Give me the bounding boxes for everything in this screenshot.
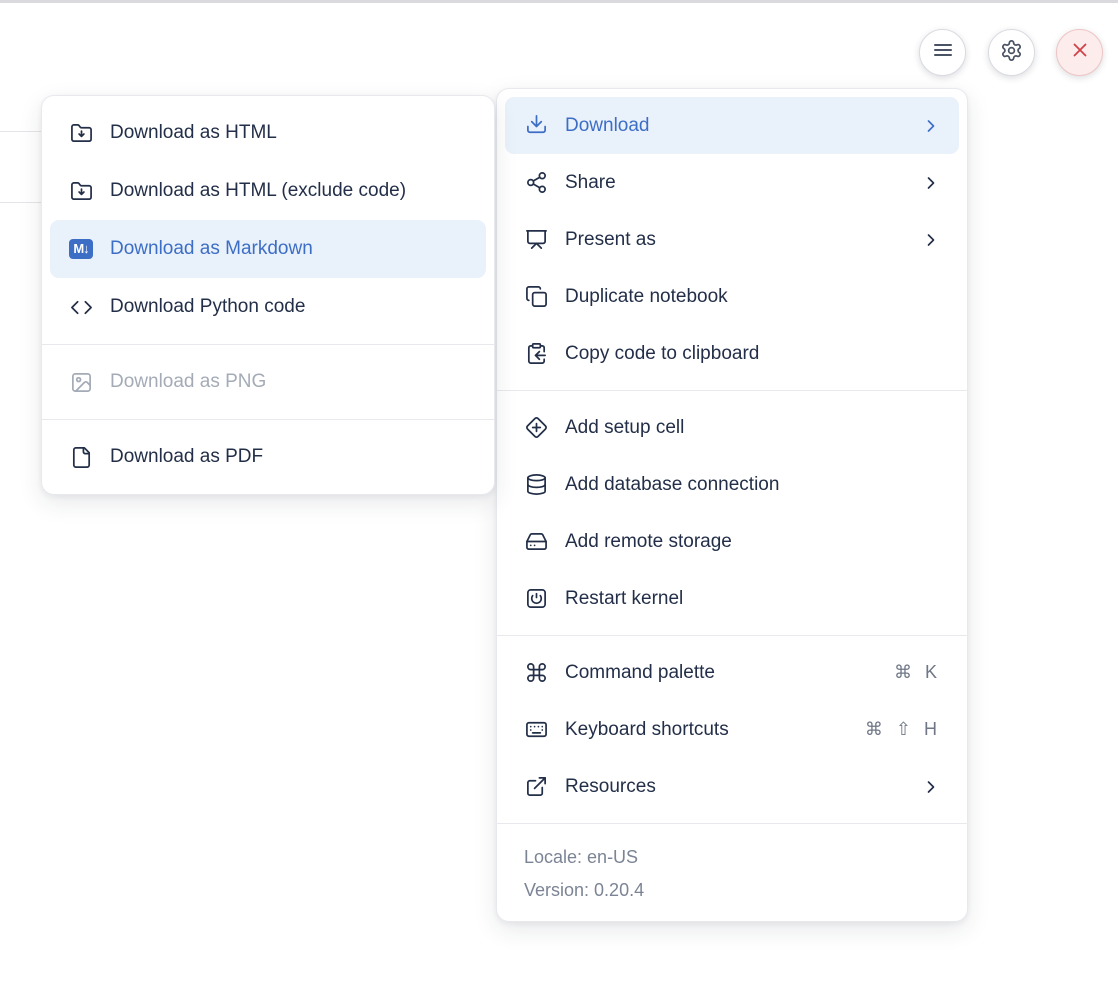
command-icon xyxy=(524,661,548,685)
shortcut-hint: ⌘ ⇧ H xyxy=(865,719,941,740)
menu-item-resources[interactable]: Resources xyxy=(505,758,959,815)
menu-item-add-remote-storage[interactable]: Add remote storage xyxy=(505,513,959,570)
menu-item-label: Share xyxy=(565,172,904,194)
menu-item-label: Download as HTML xyxy=(110,122,468,144)
diamond-plus-icon xyxy=(524,416,548,440)
menu-item-label: Add setup cell xyxy=(565,417,941,439)
menu-item-command-palette[interactable]: Command palette ⌘ K xyxy=(505,644,959,701)
background-rule xyxy=(0,131,41,132)
database-icon xyxy=(524,473,548,497)
settings-button[interactable] xyxy=(988,29,1035,76)
menu-item-download-as-png: Download as PNG xyxy=(50,353,486,411)
menu-item-download-as-html-exclude-code[interactable]: Download as HTML (exclude code) xyxy=(50,162,486,220)
share-icon xyxy=(524,171,548,195)
menu-item-download-as-markdown[interactable]: M↓ Download as Markdown xyxy=(50,220,486,278)
keyboard-icon xyxy=(524,718,548,742)
copy-icon xyxy=(524,285,548,309)
download-submenu: Download as HTML Download as HTML (exclu… xyxy=(41,95,495,495)
menu-item-label: Download as HTML (exclude code) xyxy=(110,180,468,202)
close-icon xyxy=(1069,39,1091,66)
chevron-right-icon xyxy=(921,116,941,136)
menu-item-label: Duplicate notebook xyxy=(565,286,941,308)
menu-separator xyxy=(497,823,967,824)
menu-item-keyboard-shortcuts[interactable]: Keyboard shortcuts ⌘ ⇧ H xyxy=(505,701,959,758)
menu-item-label: Copy code to clipboard xyxy=(565,343,941,365)
menu-item-label: Keyboard shortcuts xyxy=(565,719,848,741)
menu-separator xyxy=(497,635,967,636)
menu-footer: Locale: en-US Version: 0.20.4 xyxy=(505,832,959,913)
menu-item-label: Add remote storage xyxy=(565,531,941,553)
background-rule xyxy=(0,202,41,203)
menu-item-present-as[interactable]: Present as xyxy=(505,211,959,268)
shortcut-hint: ⌘ K xyxy=(894,662,941,683)
menu-item-label: Restart kernel xyxy=(565,588,941,610)
markdown-icon: M↓ xyxy=(69,237,93,261)
clipboard-copy-icon xyxy=(524,342,548,366)
menu-item-label: Download Python code xyxy=(110,296,468,318)
menu-item-share[interactable]: Share xyxy=(505,154,959,211)
menu-item-label: Add database connection xyxy=(565,474,941,496)
menu-item-copy-code-to-clipboard[interactable]: Copy code to clipboard xyxy=(505,325,959,382)
notebook-menu: Download Share Present as xyxy=(496,88,968,922)
chevron-right-icon xyxy=(921,777,941,797)
version-text: Version: 0.20.4 xyxy=(524,874,940,907)
menu-item-label: Download xyxy=(565,115,904,137)
chevron-right-icon xyxy=(921,173,941,193)
menu-item-label: Resources xyxy=(565,776,904,798)
hamburger-icon xyxy=(931,38,955,67)
image-icon xyxy=(69,370,93,394)
menu-item-download-python-code[interactable]: Download Python code xyxy=(50,278,486,336)
code-icon xyxy=(69,295,93,319)
top-border-bar xyxy=(0,0,1118,3)
menu-item-label: Download as PNG xyxy=(110,371,468,393)
app-window: Download as HTML Download as HTML (exclu… xyxy=(0,0,1118,984)
menu-item-restart-kernel[interactable]: Restart kernel xyxy=(505,570,959,627)
hard-drive-icon xyxy=(524,530,548,554)
file-icon xyxy=(69,445,93,469)
presentation-icon xyxy=(524,228,548,252)
menu-item-label: Command palette xyxy=(565,662,877,684)
chevron-right-icon xyxy=(921,230,941,250)
menu-item-download[interactable]: Download xyxy=(505,97,959,154)
locale-text: Locale: en-US xyxy=(524,841,940,874)
gear-icon xyxy=(1000,39,1023,67)
download-icon xyxy=(524,114,548,138)
menu-item-label: Download as Markdown xyxy=(110,238,468,260)
menu-item-download-as-pdf[interactable]: Download as PDF xyxy=(50,428,486,486)
menu-button[interactable] xyxy=(919,29,966,76)
menu-separator xyxy=(42,419,494,420)
menu-item-download-as-html[interactable]: Download as HTML xyxy=(50,104,486,162)
menu-item-add-setup-cell[interactable]: Add setup cell xyxy=(505,399,959,456)
power-square-icon xyxy=(524,587,548,611)
folder-download-icon xyxy=(69,121,93,145)
close-button[interactable] xyxy=(1056,29,1103,76)
menu-separator xyxy=(42,344,494,345)
external-link-icon xyxy=(524,775,548,799)
menu-item-duplicate-notebook[interactable]: Duplicate notebook xyxy=(505,268,959,325)
menu-item-label: Download as PDF xyxy=(110,446,468,468)
menu-separator xyxy=(497,390,967,391)
menu-item-add-database-connection[interactable]: Add database connection xyxy=(505,456,959,513)
menu-item-label: Present as xyxy=(565,229,904,251)
folder-download-icon xyxy=(69,179,93,203)
